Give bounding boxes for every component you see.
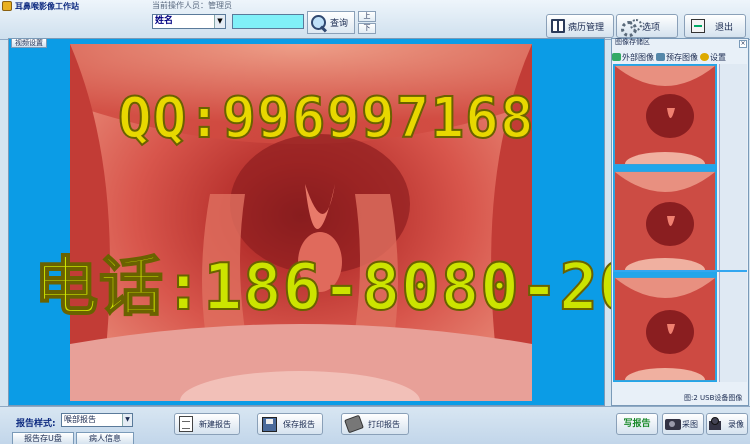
print-report-label: 打印报告	[368, 419, 400, 429]
report-style-value: 喉部报告	[64, 415, 96, 424]
records-button-label: 病历管理	[568, 22, 605, 33]
saved-images-button[interactable]: 预存图像	[656, 51, 698, 63]
thumbnail-item[interactable]	[614, 65, 716, 165]
device-label: USB设备图像	[700, 394, 743, 402]
next-button[interactable]: 下	[358, 23, 376, 34]
exit-button-label: 退出	[715, 22, 734, 33]
query-button[interactable]: 查询	[307, 11, 355, 34]
chevron-down-icon[interactable]: ▼	[122, 414, 132, 426]
document-icon	[179, 416, 193, 432]
video-camera-icon	[709, 417, 727, 431]
capture-label: 采图	[682, 419, 698, 429]
image-count: 图:2	[684, 394, 698, 402]
watermark-qq: QQ:996997168	[117, 85, 535, 152]
new-report-button[interactable]: 新建报告	[174, 413, 240, 435]
save-report-button[interactable]: 保存报告	[257, 413, 323, 435]
save-icon	[262, 416, 277, 432]
thumbnail-settings-label: 设置	[710, 52, 726, 62]
chevron-down-icon[interactable]: ▼	[214, 15, 225, 28]
thumbnail-scrollbar[interactable]	[719, 64, 747, 382]
tab-patient-info[interactable]: 病人信息	[76, 432, 134, 444]
saved-images-label: 预存图像	[666, 52, 698, 62]
app-logo-icon	[2, 1, 12, 11]
search-field-value: 姓名	[155, 16, 174, 26]
exit-icon	[691, 19, 705, 33]
thumbnail-item[interactable]	[614, 171, 716, 271]
search-input[interactable]	[232, 14, 304, 29]
print-report-button[interactable]: 打印报告	[341, 413, 409, 435]
options-button[interactable]: 选项	[616, 14, 678, 38]
new-report-label: 新建报告	[199, 419, 231, 429]
capture-button[interactable]: 采图	[662, 413, 704, 435]
record-button[interactable]: 录像	[706, 413, 748, 435]
external-images-label: 外部图像	[622, 52, 654, 62]
camera-icon	[665, 418, 681, 430]
book-icon	[551, 19, 565, 33]
operator-label: 当前操作人员：管理员	[152, 1, 232, 10]
search-field-select[interactable]: 姓名 ▼	[152, 14, 226, 29]
tab-video-settings[interactable]: 视频设置	[11, 38, 47, 48]
app-title-text: 耳鼻喉影像工作站	[15, 1, 79, 11]
report-style-label: 报告样式:	[16, 419, 56, 429]
record-label: 录像	[728, 419, 744, 429]
search-icon	[310, 14, 328, 32]
report-style-select[interactable]: 喉部报告 ▼	[61, 413, 133, 427]
thumbnail-settings-button[interactable]: 设置	[700, 51, 726, 63]
query-button-label: 查询	[330, 19, 349, 29]
gear-icon	[700, 53, 709, 61]
records-management-button[interactable]: 病历管理	[546, 14, 614, 38]
edit-icon	[656, 53, 665, 61]
thumbnail-status: 图:2 USB设备图像	[684, 393, 742, 403]
close-icon[interactable]: ×	[739, 40, 747, 48]
thumbnail-list	[613, 64, 717, 382]
gear-icon	[621, 19, 642, 37]
thumbnail-toolbar: 外部图像 预存图像 设置	[612, 51, 748, 63]
app-title: 耳鼻喉影像工作站	[2, 0, 79, 12]
thumbnail-item[interactable]	[614, 277, 716, 381]
printer-icon	[344, 414, 364, 434]
external-images-button[interactable]: 外部图像	[612, 51, 654, 63]
exit-button[interactable]: 退出	[684, 14, 746, 38]
save-report-label: 保存报告	[283, 419, 315, 429]
divider-line	[613, 270, 747, 272]
write-report-button[interactable]: 写报告	[616, 413, 658, 435]
options-button-label: 选项	[642, 22, 661, 33]
arrow-icon	[612, 53, 621, 61]
image-storage-title: 图像存储区	[615, 38, 650, 46]
tab-report-usb[interactable]: 报告存U盘	[12, 432, 74, 444]
previous-button[interactable]: 上	[358, 11, 376, 22]
